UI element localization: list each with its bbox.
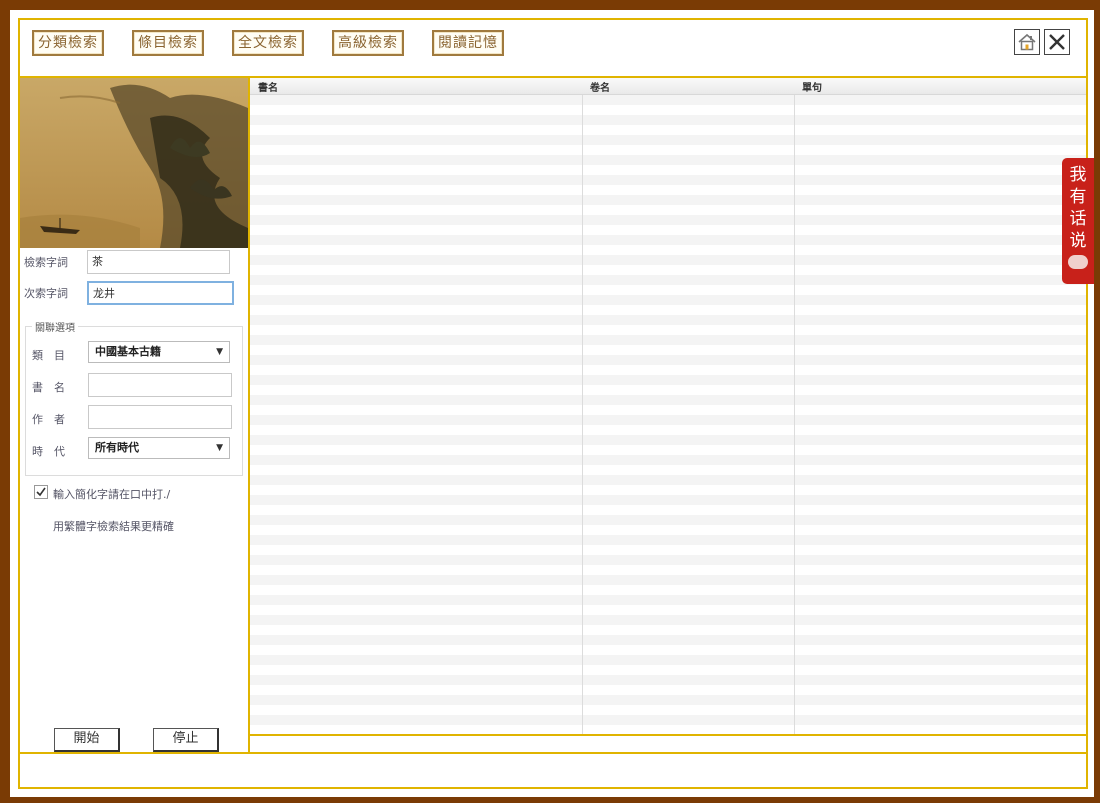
home-icon <box>1018 33 1036 51</box>
app-window: 分類檢索 條目檢索 全文檢索 高級檢索 閱讀記憶 檢索字詞 茶 次索字詞 龙井 … <box>0 0 1100 803</box>
toolbar: 分類檢索 條目檢索 全文檢索 高級檢索 閱讀記憶 <box>20 20 1086 78</box>
hint-line-1: 輸入簡化字請在口中打./ <box>53 488 171 501</box>
tab-entry-search[interactable]: 條目檢索 <box>132 30 204 56</box>
tab-fulltext-search[interactable]: 全文檢索 <box>232 30 304 56</box>
author-input[interactable] <box>88 405 232 429</box>
app-body: 分類檢索 條目檢索 全文檢索 高級檢索 閱讀記憶 檢索字詞 茶 次索字詞 龙井 … <box>18 18 1088 789</box>
start-button[interactable]: 開始 <box>54 728 120 752</box>
search-term-label: 檢索字詞 <box>24 256 68 269</box>
category-select[interactable]: 中國基本古籍 ▼ <box>88 341 230 363</box>
feedback-badge-label: 我有话说 <box>1069 165 1087 251</box>
stop-button[interactable]: 停止 <box>153 728 219 752</box>
author-label: 作 者 <box>32 413 65 426</box>
chevron-down-icon: ▼ <box>216 443 223 453</box>
tab-category-search[interactable]: 分類檢索 <box>32 30 104 56</box>
secondary-term-label: 次索字詞 <box>24 287 68 300</box>
book-title-input[interactable] <box>88 373 232 397</box>
checkmark-icon <box>36 487 46 497</box>
home-button[interactable] <box>1014 29 1040 55</box>
column-divider <box>794 95 795 734</box>
related-options-group: 關聯選項 類 目 中國基本古籍 ▼ 書 名 作 者 時 代 所有時代 ▼ <box>25 319 243 476</box>
category-label: 類 目 <box>32 349 65 362</box>
secondary-term-input[interactable]: 龙井 <box>87 281 234 305</box>
chevron-down-icon: ▼ <box>216 347 223 357</box>
speech-bubble-icon <box>1068 255 1088 269</box>
simplified-hint-checkbox[interactable] <box>34 485 48 499</box>
results-rows[interactable] <box>250 95 1086 734</box>
era-label: 時 代 <box>32 445 65 458</box>
era-select[interactable]: 所有時代 ▼ <box>88 437 230 459</box>
search-term-input[interactable]: 茶 <box>87 250 230 274</box>
related-options-legend: 關聯選項 <box>32 319 78 334</box>
status-bar <box>20 752 1086 787</box>
tab-reading-history[interactable]: 閱讀記憶 <box>432 30 504 56</box>
close-button[interactable] <box>1044 29 1070 55</box>
results-table: 書名 卷名 單句 <box>250 78 1086 736</box>
column-header-book[interactable]: 書名 <box>258 79 278 94</box>
column-divider <box>582 95 583 734</box>
book-title-label: 書 名 <box>32 381 65 394</box>
landscape-painting <box>20 78 248 248</box>
hint-line-2: 用繁體字檢索結果更精確 <box>53 520 174 533</box>
column-header-sentence[interactable]: 單句 <box>802 79 822 94</box>
category-select-value: 中國基本古籍 <box>95 345 161 358</box>
column-header-volume[interactable]: 卷名 <box>590 79 610 94</box>
search-panel: 檢索字詞 茶 次索字詞 龙井 關聯選項 類 目 中國基本古籍 ▼ 書 名 作 者… <box>20 78 250 752</box>
era-select-value: 所有時代 <box>95 441 139 454</box>
tab-advanced-search[interactable]: 高級檢索 <box>332 30 404 56</box>
close-icon <box>1049 34 1065 50</box>
results-header: 書名 卷名 單句 <box>250 78 1086 95</box>
feedback-badge[interactable]: 我有话说 <box>1062 158 1094 284</box>
